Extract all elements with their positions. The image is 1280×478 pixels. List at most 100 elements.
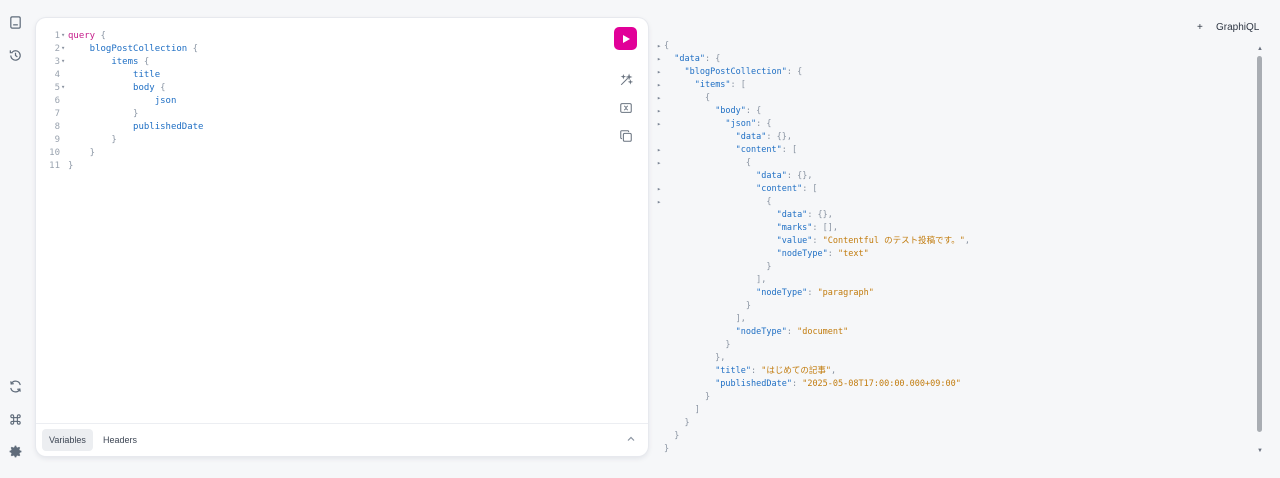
- json-token: }: [664, 262, 772, 272]
- line-number: 3: [54, 57, 60, 67]
- json-token: : [: [802, 184, 818, 194]
- json-token: "data": [756, 171, 787, 181]
- json-token: : [],: [812, 223, 839, 233]
- json-token: :: [827, 249, 839, 259]
- command-icon[interactable]: [6, 410, 24, 428]
- json-token: },: [664, 353, 726, 363]
- line-number: 9: [54, 135, 60, 145]
- result-line: "nodeType": "document": [654, 326, 1254, 339]
- scroll-down-arrow-icon[interactable]: ▼: [1256, 448, 1264, 454]
- json-token: :: [807, 288, 818, 298]
- json-token: ],: [664, 275, 767, 285]
- scroll-up-arrow-icon[interactable]: ▲: [1256, 46, 1264, 52]
- json-token: : {},: [766, 132, 792, 142]
- gear-icon[interactable]: [6, 442, 24, 460]
- tab-variables[interactable]: Variables: [42, 429, 93, 451]
- result-line: ▸ "items": [: [654, 79, 1254, 92]
- copy-icon: [620, 130, 632, 142]
- fold-arrow-icon[interactable]: ▾: [61, 42, 65, 55]
- result-line: "data": {},: [654, 209, 1254, 222]
- scrollbar-thumb[interactable]: [1257, 56, 1262, 432]
- result-line: ],: [654, 313, 1254, 326]
- result-scrollbar[interactable]: ▲ ▼: [1256, 46, 1264, 458]
- fold-arrow-icon[interactable]: ▸: [657, 79, 661, 92]
- fold-arrow-icon[interactable]: ▸: [657, 53, 661, 66]
- result-line: ],: [654, 274, 1254, 287]
- merge-fragments-button[interactable]: [618, 100, 634, 116]
- fold-arrow-icon[interactable]: ▸: [657, 183, 661, 196]
- document-icon[interactable]: [6, 13, 24, 31]
- magic-wand-icon: [620, 73, 633, 86]
- fold-arrow-icon[interactable]: ▸: [657, 118, 661, 131]
- code-token: {: [187, 44, 199, 54]
- json-token: {: [664, 197, 772, 207]
- code-token: }: [68, 135, 117, 145]
- json-token: : {: [756, 119, 772, 129]
- refresh-icon[interactable]: [6, 377, 24, 395]
- json-token: }: [664, 431, 680, 441]
- code-token: {: [138, 57, 150, 67]
- fold-arrow-icon[interactable]: ▸: [657, 157, 661, 170]
- json-token: : {},: [786, 171, 813, 181]
- fold-arrow-icon[interactable]: ▸: [657, 196, 661, 209]
- play-icon: [622, 34, 630, 43]
- fold-arrow-icon[interactable]: ▸: [657, 92, 661, 105]
- execute-query-button[interactable]: [614, 27, 637, 50]
- fold-arrow-icon[interactable]: ▸: [657, 144, 661, 157]
- json-token: "content": [735, 145, 782, 155]
- result-line: "nodeType": "paragraph": [654, 287, 1254, 300]
- code-token: {: [154, 83, 166, 93]
- result-line: ▸ "body": {: [654, 105, 1254, 118]
- fold-arrow-icon[interactable]: ▸: [657, 40, 661, 53]
- result-line: }: [654, 339, 1254, 352]
- line-number: 6: [54, 96, 60, 106]
- query-editor-panel: 1 ▾ query {2 ▾ blogPostCollection {3 ▾ items…: [36, 18, 648, 456]
- result-line: ▸ {: [654, 196, 1254, 209]
- result-line: "publishedDate": "2025-05-08T17:00:00.00…: [654, 378, 1254, 391]
- result-line: ]: [654, 404, 1254, 417]
- fold-arrow-icon[interactable]: ▸: [657, 105, 661, 118]
- result-line: "data": {},: [654, 131, 1254, 144]
- fold-arrow-icon[interactable]: ▾: [61, 81, 65, 94]
- json-token: ,: [831, 366, 837, 376]
- result-line: }: [654, 261, 1254, 274]
- result-line: }: [654, 391, 1254, 404]
- json-token: : {: [704, 54, 721, 64]
- json-token: : [: [730, 80, 746, 90]
- merge-icon: [620, 103, 632, 113]
- code-token: title: [68, 70, 161, 80]
- result-viewer: ▸{▸ "data": {▸ "blogPostCollection": {▸ …: [654, 40, 1254, 460]
- json-token: "document": [797, 327, 849, 337]
- prettify-button[interactable]: [618, 72, 634, 88]
- result-line: }: [654, 443, 1254, 456]
- code-token: body: [68, 83, 155, 93]
- result-line: "title": "はじめての記事",: [654, 365, 1254, 378]
- json-token: : [: [781, 145, 798, 155]
- json-token: "Contentful のテスト投稿です。": [822, 236, 965, 246]
- json-token: :: [812, 236, 823, 246]
- tab-headers[interactable]: Headers: [96, 429, 144, 451]
- result-line: },: [654, 352, 1254, 365]
- line-number: 7: [54, 109, 60, 119]
- fold-arrow-icon[interactable]: ▾: [61, 55, 65, 68]
- fold-arrow-icon[interactable]: ▸: [657, 66, 661, 79]
- json-token: "nodeType": [776, 249, 828, 259]
- history-icon[interactable]: [6, 46, 24, 64]
- json-token: "2025-05-08T17:00:00.000+09:00": [802, 379, 961, 389]
- json-token: "json": [725, 119, 757, 129]
- json-token: }: [664, 301, 751, 311]
- variables-headers-bar: Variables Headers: [36, 423, 648, 456]
- add-tab-button[interactable]: +: [1197, 22, 1203, 36]
- json-token: {: [664, 158, 751, 168]
- chevron-up-icon[interactable]: [624, 432, 638, 446]
- copy-query-button[interactable]: [618, 128, 634, 144]
- fold-arrow-icon[interactable]: ▾: [61, 29, 65, 42]
